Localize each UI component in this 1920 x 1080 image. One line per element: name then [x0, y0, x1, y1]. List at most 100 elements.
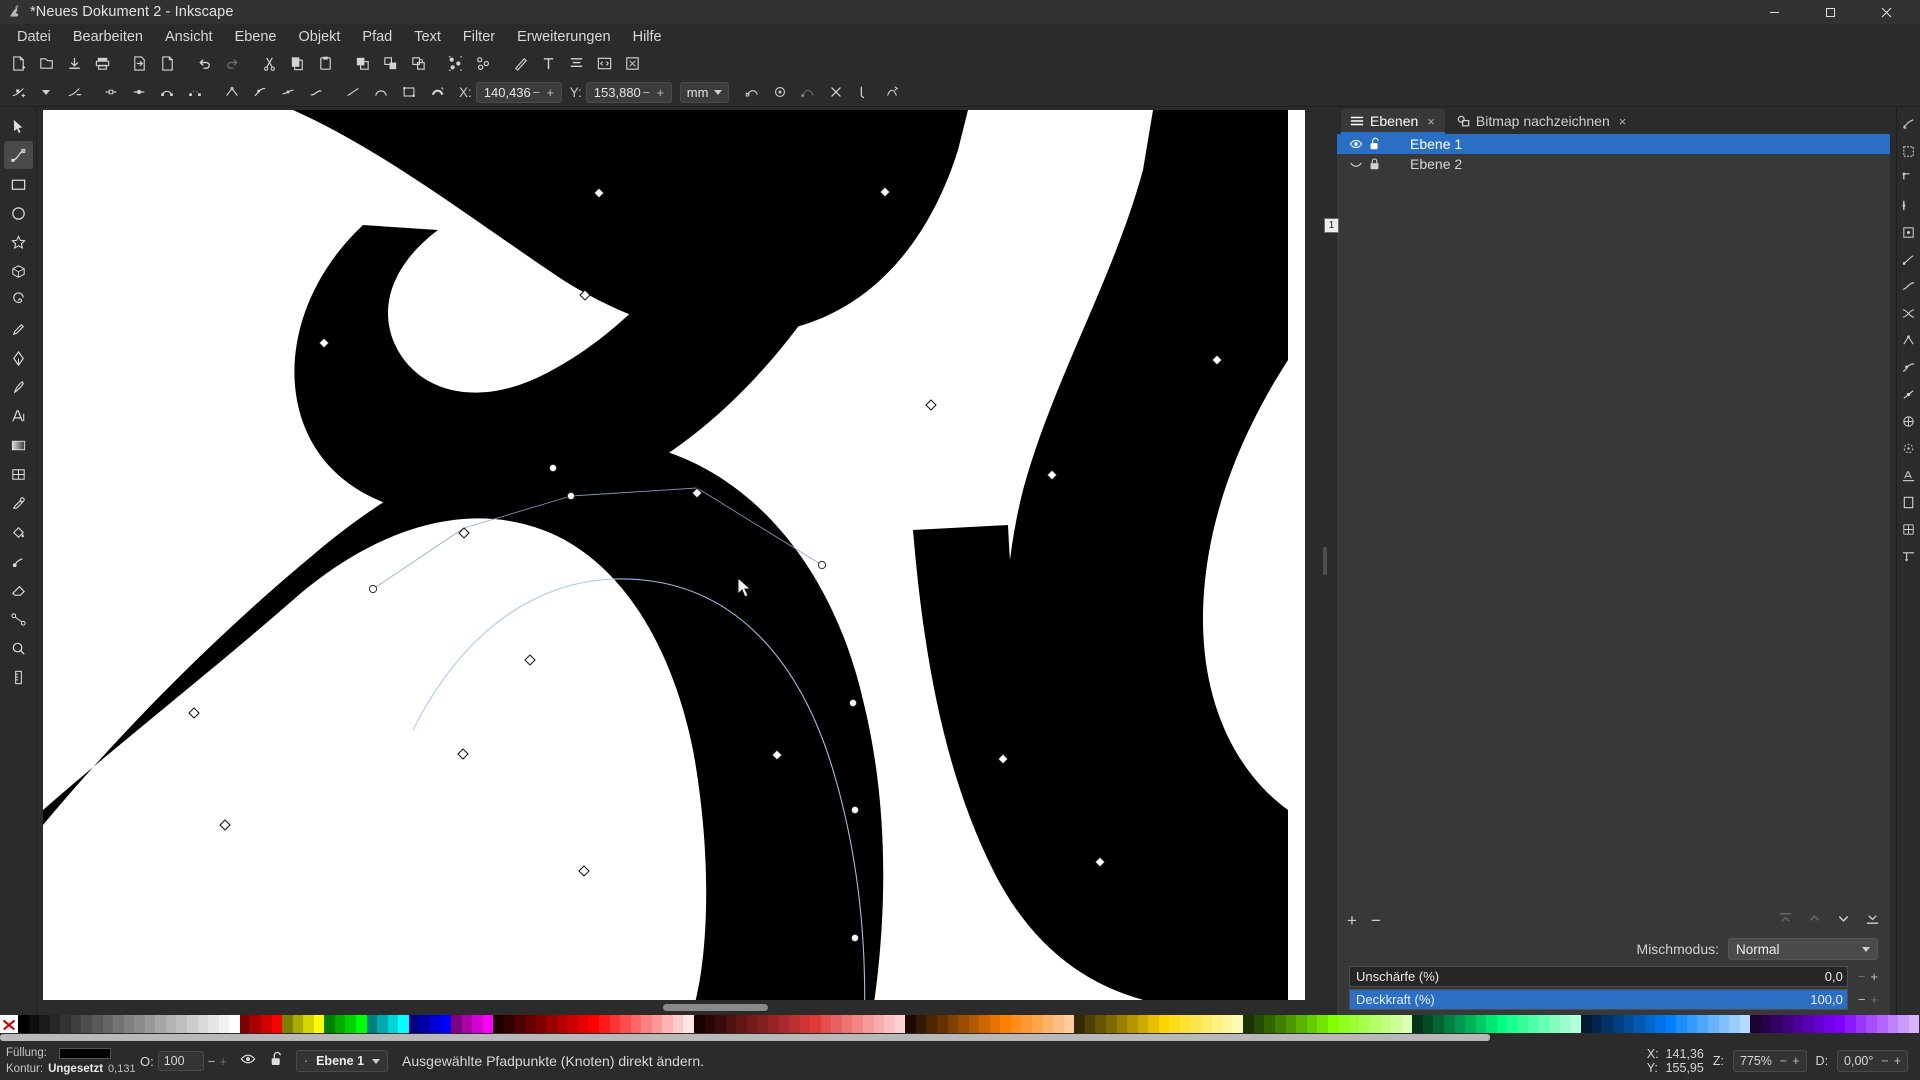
palette-swatch[interactable]: [1370, 1015, 1381, 1033]
insert-node-icon[interactable]: [4, 79, 32, 105]
palette-swatch[interactable]: [1539, 1015, 1550, 1033]
zoom-control[interactable]: 775% − +: [1732, 1050, 1807, 1072]
palette-swatch[interactable]: [1359, 1015, 1370, 1033]
palette-swatch[interactable]: [1032, 1015, 1043, 1033]
palette-swatch[interactable]: [1000, 1015, 1011, 1033]
palette-swatch[interactable]: [630, 1015, 642, 1033]
raise-one-icon[interactable]: [1807, 911, 1822, 929]
next-path-effect-icon[interactable]: [878, 79, 906, 105]
palette-swatch[interactable]: [1771, 1015, 1782, 1033]
palette-swatch[interactable]: [546, 1015, 557, 1033]
palette-swatch[interactable]: [271, 1015, 283, 1033]
tab-bitmap-nachzeichnen[interactable]: Bitmap nachzeichnen ×: [1447, 109, 1636, 134]
menu-objekt[interactable]: Objekt: [288, 27, 352, 47]
fill-swatch[interactable]: [59, 1047, 111, 1059]
palette-swatch[interactable]: [894, 1015, 906, 1033]
palette-swatch[interactable]: [155, 1015, 166, 1033]
palette-swatch[interactable]: [1158, 1015, 1170, 1033]
palette-swatch[interactable]: [567, 1015, 578, 1033]
palette-swatch[interactable]: [1517, 1015, 1529, 1033]
palette-swatch[interactable]: [451, 1015, 462, 1033]
node-symmetric-icon[interactable]: [274, 79, 302, 105]
palette-swatch[interactable]: [1306, 1015, 1318, 1033]
palette-swatch[interactable]: [863, 1015, 874, 1033]
palette-swatch[interactable]: [736, 1015, 747, 1033]
palette-swatch[interactable]: [1591, 1015, 1603, 1033]
palette-swatch[interactable]: [1232, 1015, 1244, 1033]
palette-swatches[interactable]: [18, 1015, 1920, 1033]
clone-icon[interactable]: [376, 51, 404, 77]
palette-swatch[interactable]: [282, 1015, 293, 1033]
redo-icon[interactable]: [218, 51, 246, 77]
tab-ebenen-close[interactable]: ×: [1427, 114, 1435, 129]
horizontal-scrollbar[interactable]: [43, 1000, 1319, 1015]
menu-ebene[interactable]: Ebene: [224, 27, 288, 47]
palette-swatch[interactable]: [746, 1015, 758, 1033]
pencil-tool[interactable]: [4, 315, 33, 343]
palette-swatch[interactable]: [1549, 1015, 1561, 1033]
new-document-icon[interactable]: [4, 51, 32, 77]
palette-swatch[interactable]: [377, 1015, 388, 1033]
tweak-tool[interactable]: [4, 547, 33, 575]
palette-swatch[interactable]: [49, 1015, 61, 1033]
mask-edit-icon[interactable]: [822, 79, 850, 105]
ellipse-tool[interactable]: [4, 199, 33, 227]
palette-swatch[interactable]: [1296, 1015, 1307, 1033]
palette-swatch[interactable]: [1222, 1015, 1233, 1033]
palette-swatch[interactable]: [873, 1015, 885, 1033]
palette-swatch[interactable]: [1327, 1015, 1339, 1033]
panel-splitter[interactable]: [1319, 107, 1331, 1015]
text-tool[interactable]: [4, 402, 33, 430]
snap-rotation-center-icon[interactable]: [1898, 436, 1920, 461]
palette-swatch[interactable]: [1274, 1015, 1286, 1033]
menu-pfad[interactable]: Pfad: [351, 27, 403, 47]
palette-swatch[interactable]: [1105, 1015, 1117, 1033]
palette-swatch[interactable]: [1074, 1015, 1085, 1033]
palette-swatch[interactable]: [345, 1015, 356, 1033]
palette-swatch[interactable]: [91, 1015, 103, 1033]
snap-grid-icon[interactable]: [1898, 517, 1920, 542]
lower-to-bottom-icon[interactable]: [1865, 911, 1880, 929]
opacity-decrement-button[interactable]: −: [208, 1054, 216, 1069]
palette-swatch[interactable]: [620, 1015, 631, 1033]
opacity-slider[interactable]: Deckkraft (%) 100,0: [1349, 988, 1848, 1010]
palette-swatch[interactable]: [1676, 1015, 1687, 1033]
snap-enable-icon[interactable]: [1898, 112, 1920, 137]
rotation-decrement-button[interactable]: −: [1881, 1054, 1888, 1068]
palette-swatch[interactable]: [1560, 1015, 1571, 1033]
snap-guide-icon[interactable]: [1898, 544, 1920, 569]
group-icon[interactable]: [441, 51, 469, 77]
segment-curve-icon[interactable]: [367, 79, 395, 105]
palette-swatch[interactable]: [1201, 1015, 1212, 1033]
close-button[interactable]: [1858, 0, 1914, 24]
palette-swatch[interactable]: [1665, 1015, 1677, 1033]
palette-swatch[interactable]: [694, 1015, 705, 1033]
align-distribute-icon[interactable]: [562, 51, 590, 77]
palette-swatch[interactable]: [799, 1015, 811, 1033]
save-document-icon[interactable]: [60, 51, 88, 77]
menu-filter[interactable]: Filter: [452, 27, 506, 47]
palette-swatch[interactable]: [250, 1015, 261, 1033]
padlock-open-icon[interactable]: [1365, 137, 1384, 151]
palette-swatch[interactable]: [810, 1015, 821, 1033]
palette-swatch[interactable]: [28, 1015, 40, 1033]
palette-swatch[interactable]: [366, 1015, 378, 1033]
paste-icon[interactable]: [311, 51, 339, 77]
snap-bounding-box-icon[interactable]: [1898, 139, 1920, 164]
palette-swatch[interactable]: [989, 1015, 1001, 1033]
zoom-increment-button[interactable]: +: [1792, 1054, 1799, 1068]
palette-swatch[interactable]: [588, 1015, 599, 1033]
minimize-button[interactable]: [1746, 0, 1802, 24]
palette-swatch[interactable]: [1285, 1015, 1297, 1033]
menu-ansicht[interactable]: Ansicht: [154, 27, 224, 47]
duplicate-icon[interactable]: [348, 51, 376, 77]
palette-swatch[interactable]: [1179, 1015, 1191, 1033]
snap-nodes-icon[interactable]: [1898, 247, 1920, 272]
palette-swatch[interactable]: [1623, 1015, 1635, 1033]
palette-swatch[interactable]: [102, 1015, 114, 1033]
stroke-value[interactable]: Ungesetzt: [48, 1063, 103, 1076]
text-properties-icon[interactable]: [534, 51, 562, 77]
x-increment-button[interactable]: +: [545, 85, 556, 100]
join-nodes-icon[interactable]: [125, 79, 153, 105]
layer-row-ebene-2[interactable]: Ebene 2: [1337, 154, 1890, 174]
